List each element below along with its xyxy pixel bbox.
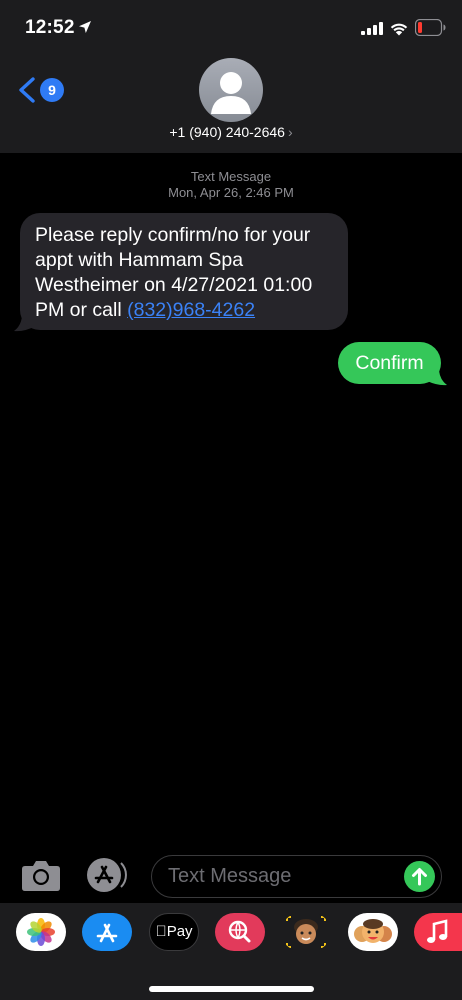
conversation-header: 12:52 9 +1 (940) 240-2646 › xyxy=(0,0,462,153)
location-arrow-icon xyxy=(79,21,91,33)
camera-button[interactable] xyxy=(21,858,61,892)
app-store-app-button[interactable] xyxy=(82,913,132,951)
contact-number: +1 (940) 240-2646 xyxy=(169,124,285,140)
music-app-button[interactable] xyxy=(414,913,462,951)
photos-icon xyxy=(27,918,55,946)
chevron-right-icon: › xyxy=(287,124,293,140)
unread-count-badge: 9 xyxy=(40,78,64,102)
status-time: 12:52 xyxy=(25,17,75,38)
phone-number-link[interactable]: (832)968-4262 xyxy=(127,299,255,321)
imessage-app-drawer: Pay xyxy=(0,903,462,1000)
app-store-a-icon xyxy=(87,858,127,892)
apple-pay-app-button[interactable]: Pay xyxy=(149,913,199,951)
contact-name-button[interactable]: +1 (940) 240-2646 › xyxy=(0,124,462,140)
apple-pay-icon:  xyxy=(155,923,166,940)
memoji-stickers-icon xyxy=(354,919,392,943)
apple-pay-label: Pay xyxy=(161,923,193,940)
app-store-drawer-button[interactable] xyxy=(86,857,130,893)
web-search-icon xyxy=(228,920,251,943)
app-store-icon xyxy=(96,923,118,943)
message-timestamp: Text Message Mon, Apr 26, 2:46 PM xyxy=(0,169,462,201)
arrow-up-icon xyxy=(412,868,427,886)
person-silhouette-icon xyxy=(211,72,251,114)
battery-low-icon xyxy=(415,19,446,36)
message-service-label: Text Message xyxy=(190,169,272,184)
send-button[interactable] xyxy=(404,861,435,892)
message-datetime: Mon, Apr 26, 2:46 PM xyxy=(168,185,294,200)
outgoing-message-text: Confirm xyxy=(355,352,424,374)
memoji-app-button[interactable] xyxy=(281,913,331,951)
camera-icon xyxy=(22,861,60,891)
memoji-icon xyxy=(286,916,326,948)
message-input[interactable] xyxy=(168,856,398,896)
outgoing-message-bubble[interactable]: Confirm xyxy=(338,342,441,384)
contact-avatar[interactable] xyxy=(199,58,263,122)
music-note-icon xyxy=(427,919,448,943)
status-bar: 12:52 xyxy=(0,0,462,54)
wifi-icon xyxy=(390,23,408,36)
home-indicator[interactable] xyxy=(149,986,314,992)
memoji-stickers-app-button[interactable] xyxy=(348,913,398,951)
photos-app-button[interactable] xyxy=(16,913,66,951)
incoming-message-bubble[interactable]: Please reply confirm/no for your appt wi… xyxy=(20,213,348,330)
back-button[interactable]: 9 xyxy=(18,75,66,105)
web-search-app-button[interactable] xyxy=(215,913,265,951)
cellular-signal-icon xyxy=(361,22,383,35)
message-input-container[interactable] xyxy=(151,855,442,898)
chevron-left-icon xyxy=(19,77,35,103)
